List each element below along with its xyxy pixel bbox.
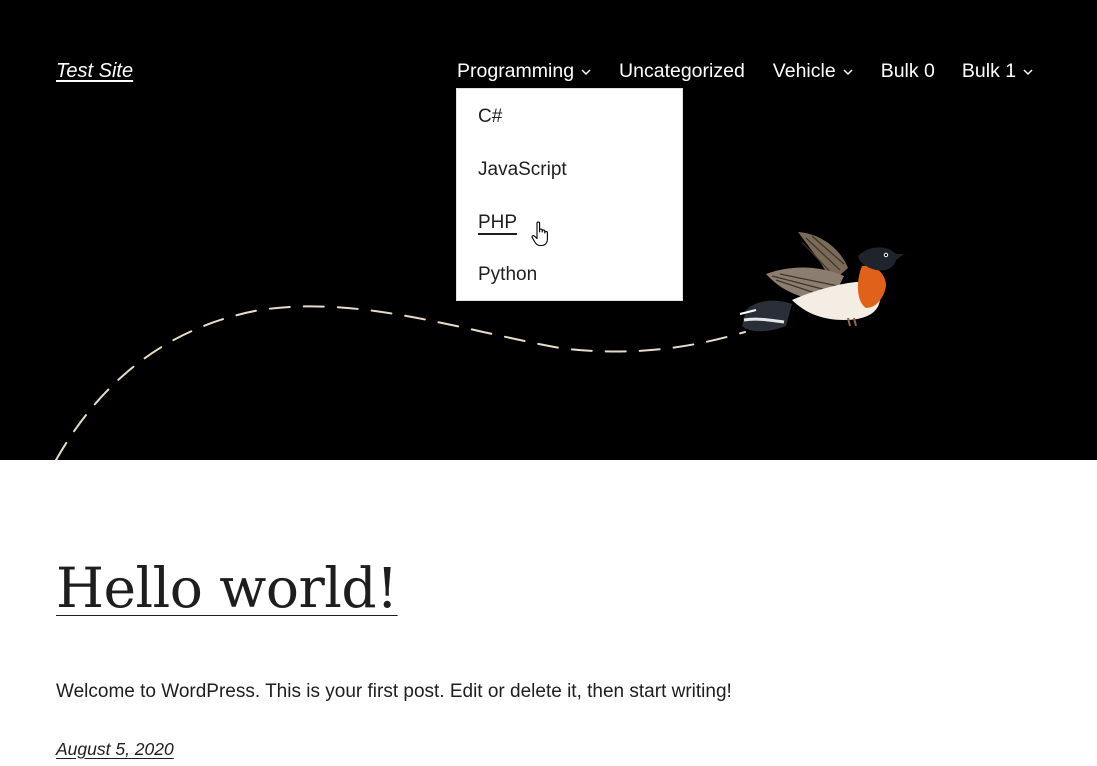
post-date-link[interactable]: August 5, 2020 xyxy=(56,739,174,760)
nav-item-programming[interactable]: Programming xyxy=(457,60,592,83)
chevron-down-icon[interactable] xyxy=(842,66,854,78)
site-title-link[interactable]: Test Site xyxy=(56,60,133,83)
chevron-down-icon[interactable] xyxy=(1022,66,1034,78)
nav-item-bulk-0[interactable]: Bulk 0 xyxy=(881,60,935,83)
site-header: Test Site Programming Uncategorized Vehi… xyxy=(0,0,1097,460)
nav-item-label: Bulk 1 xyxy=(961,60,1017,82)
nav-item-label: Uncategorized xyxy=(619,60,745,82)
post-title-link[interactable]: Hello world! xyxy=(56,558,398,619)
programming-submenu: C# JavaScript PHP Python xyxy=(456,88,683,301)
chevron-down-icon[interactable] xyxy=(580,66,592,78)
bird-icon xyxy=(739,232,904,332)
submenu-item-python[interactable]: Python xyxy=(478,264,537,286)
nav-item-label: Programming xyxy=(457,60,575,82)
nav-item-label: Vehicle xyxy=(772,60,836,82)
submenu-item-javascript[interactable]: JavaScript xyxy=(478,159,567,181)
post-excerpt: Welcome to WordPress. This is your first… xyxy=(56,681,732,702)
nav-item-label: Bulk 0 xyxy=(880,60,935,82)
nav-item-vehicle[interactable]: Vehicle xyxy=(773,60,854,83)
submenu-item-csharp[interactable]: C# xyxy=(478,106,502,128)
primary-navigation: Programming Uncategorized Vehicle Bulk 0… xyxy=(457,60,1034,83)
hand-pointer-icon xyxy=(531,221,548,247)
nav-item-bulk-1[interactable]: Bulk 1 xyxy=(962,60,1034,83)
submenu-item-php[interactable]: PHP xyxy=(478,212,517,234)
nav-item-uncategorized[interactable]: Uncategorized xyxy=(619,60,745,83)
